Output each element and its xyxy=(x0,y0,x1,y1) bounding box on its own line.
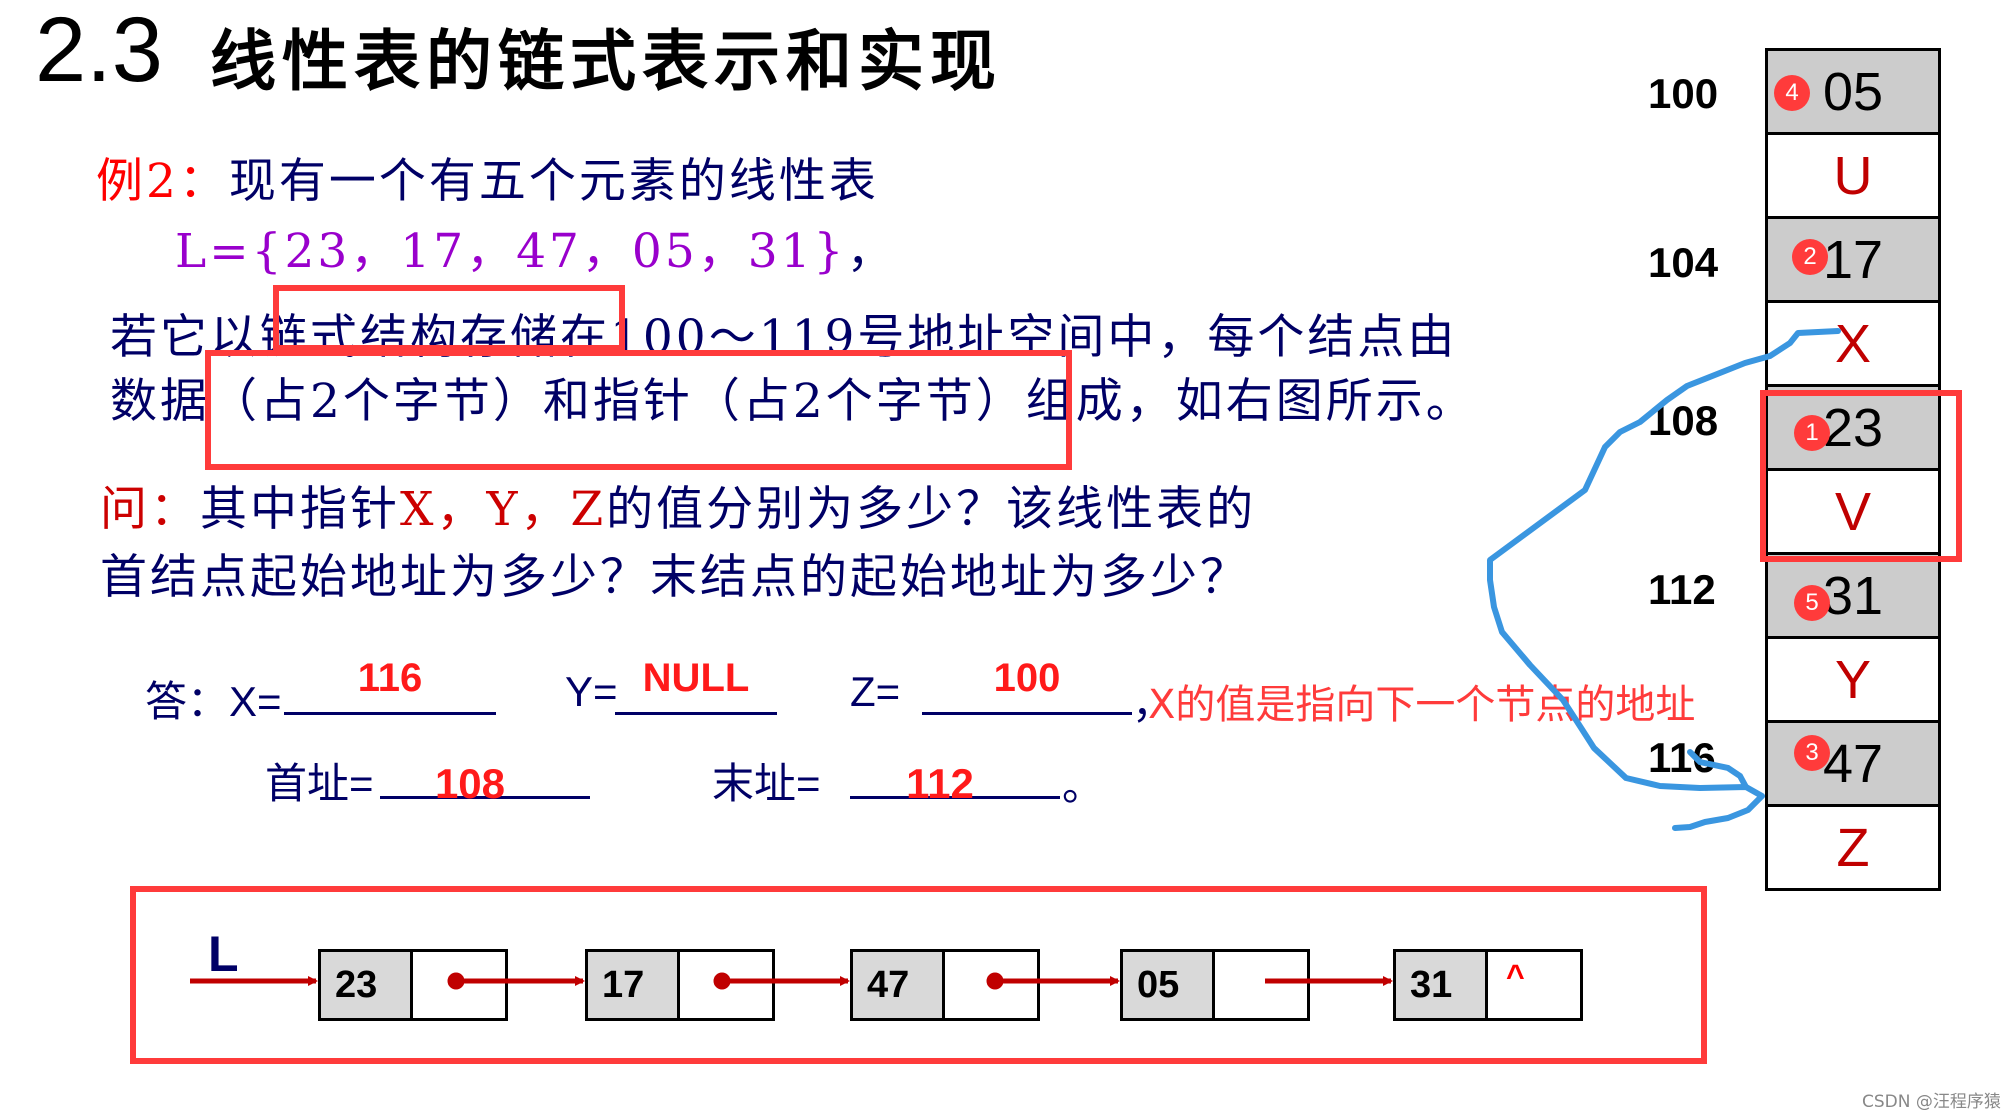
list-arrows xyxy=(190,972,1393,990)
watermark: CSDN @汪程序猿 xyxy=(1862,1092,2001,1112)
